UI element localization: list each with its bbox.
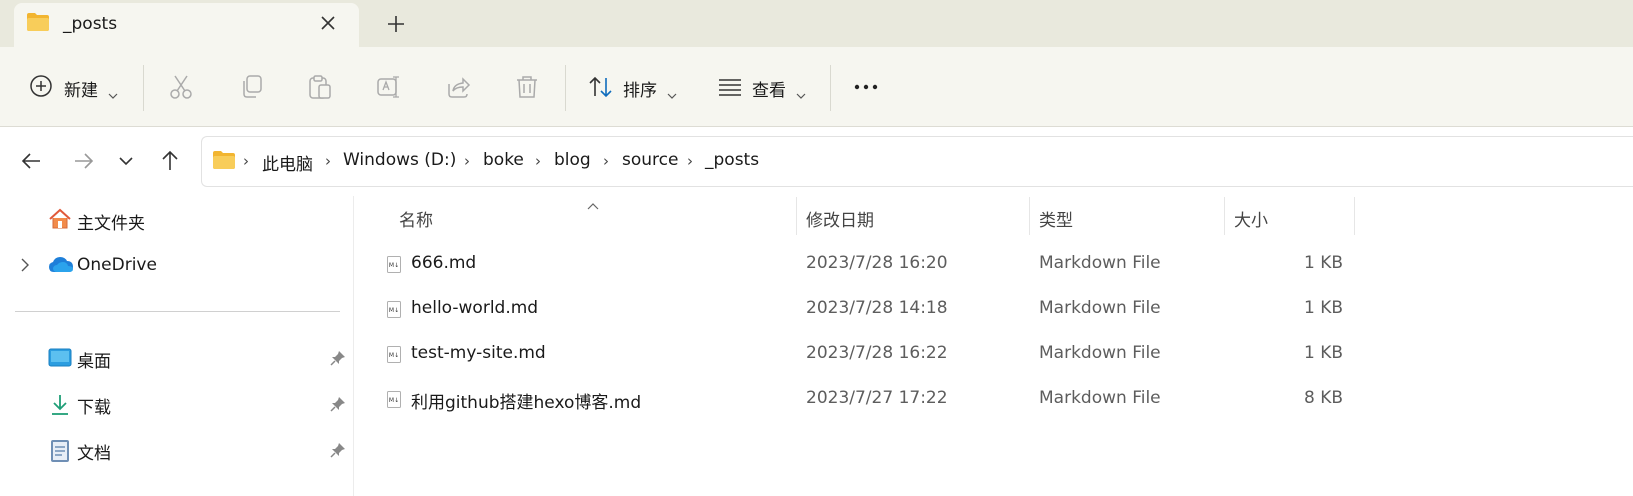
file-size: 8 KB — [1303, 388, 1343, 408]
rename-icon[interactable] — [376, 74, 402, 100]
file-name: hello-world.md — [411, 298, 539, 318]
sidebar-item-documents[interactable]: 文档 — [77, 439, 111, 464]
forward-arrow-icon[interactable] — [71, 149, 95, 173]
desktop-icon — [48, 347, 72, 373]
close-icon[interactable] — [317, 12, 339, 34]
file-name: 利用github搭建hexo博客.md — [411, 393, 642, 413]
share-icon[interactable] — [445, 74, 471, 100]
breadcrumb-source[interactable]: source — [622, 150, 678, 170]
breadcrumb-boke[interactable]: boke — [483, 150, 524, 170]
file-type: Markdown File — [1039, 298, 1161, 318]
cut-icon[interactable] — [169, 74, 195, 100]
breadcrumb-separator-icon[interactable]: › — [243, 152, 249, 170]
sort-icon[interactable] — [588, 74, 614, 100]
sidebar-item-desktop[interactable]: 桌面 — [77, 347, 111, 372]
pin-icon[interactable] — [330, 396, 346, 412]
folder-icon — [26, 12, 50, 36]
column-header-date[interactable]: 修改日期 — [806, 206, 874, 231]
documents-icon — [50, 439, 70, 467]
folder-icon — [212, 150, 236, 174]
view-list-icon[interactable] — [717, 74, 743, 100]
file-date: 2023/7/28 16:22 — [806, 343, 948, 363]
file-size: 1 KB — [1303, 253, 1343, 273]
chevron-down-icon[interactable] — [108, 84, 118, 99]
command-bar: 新建 排序 查看 — [0, 47, 1633, 127]
chevron-right-icon[interactable] — [17, 257, 33, 277]
svg-text:M↓: M↓ — [389, 352, 399, 359]
file-size: 1 KB — [1303, 343, 1343, 363]
column-header-type[interactable]: 类型 — [1039, 206, 1073, 231]
table-row[interactable]: M↓ 666.md 2023/7/28 16:20 Markdown File … — [380, 244, 1360, 284]
sidebar-item-downloads[interactable]: 下载 — [77, 393, 111, 418]
tab-title: _posts — [63, 14, 118, 34]
breadcrumb-posts[interactable]: _posts — [705, 150, 759, 170]
table-row[interactable]: M↓ test-my-site.md 2023/7/28 16:22 Markd… — [380, 334, 1360, 374]
pin-icon[interactable] — [330, 442, 346, 458]
file-name: 666.md — [411, 253, 477, 273]
markdown-file-icon: M↓ — [387, 301, 401, 318]
breadcrumb-separator-icon[interactable]: › — [687, 152, 693, 170]
up-arrow-icon[interactable] — [158, 149, 182, 173]
table-row[interactable]: M↓ 利用github搭建hexo博客.md 2023/7/27 17:22 M… — [380, 379, 1360, 419]
delete-icon[interactable] — [514, 74, 540, 100]
chevron-down-icon[interactable] — [667, 84, 677, 99]
more-options-icon[interactable] — [853, 74, 879, 100]
file-type: Markdown File — [1039, 388, 1161, 408]
markdown-file-icon: M↓ — [387, 391, 401, 408]
file-type: Markdown File — [1039, 253, 1161, 273]
breadcrumb-drive-d[interactable]: Windows (D:) — [343, 150, 456, 170]
breadcrumb-separator-icon[interactable]: › — [464, 152, 470, 170]
paste-icon[interactable] — [307, 74, 333, 100]
add-circle-icon[interactable] — [29, 74, 55, 100]
file-date: 2023/7/28 14:18 — [806, 298, 948, 318]
back-arrow-icon[interactable] — [20, 149, 44, 173]
svg-text:M↓: M↓ — [389, 397, 399, 404]
sort-ascending-icon — [587, 195, 599, 214]
breadcrumb-this-pc[interactable]: 此电脑 — [262, 150, 313, 175]
onedrive-icon — [48, 256, 74, 278]
sidebar-divider — [15, 311, 340, 312]
sidebar-item-home[interactable]: 主文件夹 — [77, 209, 145, 234]
pin-icon[interactable] — [330, 350, 346, 366]
column-header-size[interactable]: 大小 — [1234, 206, 1268, 231]
file-date: 2023/7/28 16:20 — [806, 253, 948, 273]
pane-divider[interactable] — [353, 196, 354, 496]
column-header-name[interactable]: 名称 — [399, 206, 433, 231]
home-icon — [48, 207, 72, 235]
file-type: Markdown File — [1039, 343, 1161, 363]
download-icon — [48, 393, 72, 421]
sort-button-label[interactable]: 排序 — [623, 76, 657, 101]
new-button-label[interactable]: 新建 — [64, 76, 98, 101]
svg-text:M↓: M↓ — [389, 307, 399, 314]
breadcrumb-separator-icon[interactable]: › — [535, 152, 541, 170]
markdown-file-icon: M↓ — [387, 346, 401, 363]
copy-icon[interactable] — [239, 74, 265, 100]
markdown-file-icon: M↓ — [387, 256, 401, 273]
breadcrumb-separator-icon[interactable]: › — [325, 152, 331, 170]
file-date: 2023/7/27 17:22 — [806, 388, 948, 408]
view-button-label[interactable]: 查看 — [752, 76, 786, 101]
table-row[interactable]: M↓ hello-world.md 2023/7/28 14:18 Markdo… — [380, 289, 1360, 329]
new-tab-plus-icon[interactable] — [384, 12, 408, 36]
file-size: 1 KB — [1303, 298, 1343, 318]
recent-locations-chevron-icon[interactable] — [114, 149, 138, 173]
breadcrumb-separator-icon[interactable]: › — [603, 152, 609, 170]
svg-text:M↓: M↓ — [389, 262, 399, 269]
sidebar-item-onedrive[interactable]: OneDrive — [77, 255, 157, 275]
breadcrumb-blog[interactable]: blog — [554, 150, 591, 170]
chevron-down-icon[interactable] — [796, 84, 806, 99]
file-name: test-my-site.md — [411, 343, 546, 363]
